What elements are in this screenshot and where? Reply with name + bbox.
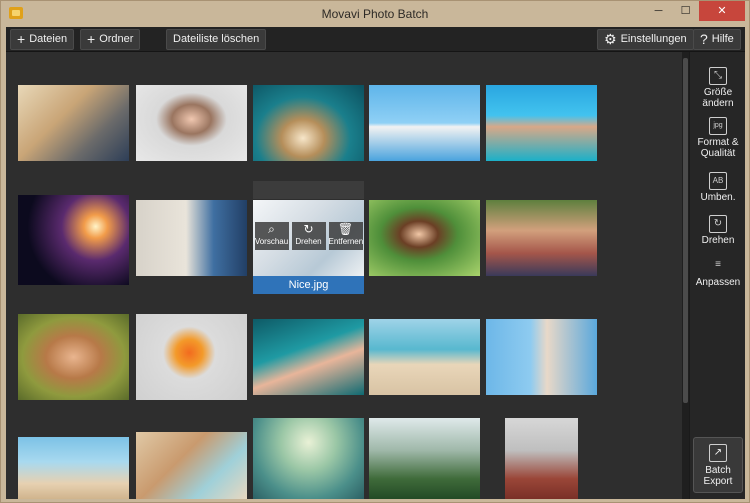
- rotate-icon: ↻: [709, 215, 727, 233]
- photo-thumbnail[interactable]: [136, 314, 247, 400]
- tools-sidebar: ⤡ Größe ändern jpg Format & Qualität AB …: [689, 52, 745, 499]
- plus-icon: +: [87, 31, 96, 47]
- add-folder-label: Ordner: [99, 33, 134, 45]
- photo-thumbnail[interactable]: [369, 85, 480, 161]
- main-area: + Dateien + Ordner Dateiliste löschen ⚙ Ein…: [6, 27, 745, 499]
- add-folder-button[interactable]: + Ordner: [80, 29, 141, 50]
- rename-icon: AB: [709, 172, 727, 190]
- photo-thumbnail[interactable]: [505, 418, 578, 499]
- scrollbar-thumb[interactable]: [683, 58, 688, 403]
- rotate-icon: ↻: [303, 222, 314, 236]
- rotate-label: Drehen: [701, 235, 735, 246]
- photo-thumbnail[interactable]: [253, 85, 364, 161]
- sliders-icon: ≡: [715, 259, 721, 270]
- photo-thumbnail[interactable]: [486, 319, 597, 395]
- selected-photo-thumbnail[interactable]: ⌕ Vorschau ↻ Drehen 🗑 Entfernen: [253, 200, 364, 276]
- adjust-tool[interactable]: ≡ Anpassen: [690, 257, 746, 288]
- minimize-button[interactable]: ─: [645, 1, 672, 21]
- thumbnail-header: [253, 181, 364, 199]
- format-quality-tool[interactable]: jpg Format & Qualität: [690, 117, 746, 159]
- toolbar: + Dateien + Ordner Dateiliste löschen ⚙ Ein…: [6, 27, 745, 52]
- preview-button[interactable]: ⌕ Vorschau: [254, 222, 289, 250]
- resize-icon: ⤡: [709, 67, 727, 85]
- rename-label: Umben.: [700, 192, 736, 203]
- photo-thumbnail[interactable]: [136, 200, 247, 276]
- adjust-label: Anpassen: [695, 277, 741, 288]
- export-label: Batch: [705, 465, 731, 476]
- window-controls: ─ ☐ ✕: [645, 1, 745, 21]
- remove-button[interactable]: 🗑 Entfernen: [328, 222, 364, 250]
- format-icon: jpg: [709, 117, 727, 135]
- resize-label: Größe: [703, 87, 733, 98]
- rename-tool[interactable]: AB Umben.: [690, 172, 746, 203]
- photo-thumbnail[interactable]: [136, 432, 247, 499]
- thumbnail-actions: ⌕ Vorschau ↻ Drehen 🗑 Entfernen: [253, 222, 364, 250]
- settings-button[interactable]: ⚙ Einstellungen: [597, 29, 694, 50]
- photo-thumbnail[interactable]: [18, 195, 129, 285]
- clear-list-label: Dateiliste löschen: [173, 33, 260, 45]
- selected-file-name: Nice.jpg: [253, 276, 364, 294]
- photo-thumbnail[interactable]: [253, 418, 364, 499]
- photo-thumbnail[interactable]: [369, 319, 480, 395]
- remove-label: Entfernen: [328, 237, 364, 246]
- photo-gallery: ⌕ Vorschau ↻ Drehen 🗑 Entfernen Nice.jpg: [6, 52, 682, 499]
- settings-label: Einstellungen: [620, 33, 687, 45]
- app-window: Movavi Photo Batch ─ ☐ ✕ + Dateien + Ordne…: [0, 0, 750, 503]
- photo-thumbnail[interactable]: [369, 418, 480, 499]
- zoom-icon: ⌕: [268, 222, 275, 236]
- photo-thumbnail[interactable]: [486, 200, 597, 276]
- photo-thumbnail[interactable]: [253, 319, 364, 395]
- photo-thumbnail[interactable]: [18, 85, 129, 161]
- photo-thumbnail[interactable]: [486, 85, 597, 161]
- batch-export-button[interactable]: ↗ Batch Export: [693, 437, 743, 493]
- add-files-button[interactable]: + Dateien: [10, 29, 75, 50]
- format-label: Format &: [697, 137, 739, 148]
- clear-list-button[interactable]: Dateiliste löschen: [166, 29, 267, 50]
- help-label: Hilfe: [711, 33, 734, 45]
- photo-thumbnail[interactable]: [136, 85, 247, 161]
- rotate-button[interactable]: ↻ Drehen: [291, 222, 326, 250]
- help-button[interactable]: ? Hilfe: [693, 29, 741, 50]
- window-title: Movavi Photo Batch: [321, 7, 429, 21]
- gear-icon: ⚙: [604, 31, 617, 47]
- export-label-2: Export: [703, 476, 733, 487]
- photo-thumbnail[interactable]: [18, 437, 129, 499]
- maximize-button[interactable]: ☐: [672, 1, 699, 21]
- photo-thumbnail[interactable]: [369, 200, 480, 276]
- format-label-2: Qualität: [700, 148, 736, 159]
- plus-icon: +: [17, 31, 26, 47]
- trash-icon: 🗑: [337, 222, 354, 236]
- export-icon: ↗: [709, 444, 727, 462]
- gallery-scrollbar[interactable]: [682, 52, 689, 499]
- photo-thumbnail[interactable]: [18, 314, 129, 400]
- help-icon: ?: [700, 31, 708, 47]
- rotate-tool[interactable]: ↻ Drehen: [690, 215, 746, 246]
- rotate-label: Drehen: [295, 237, 322, 246]
- add-files-label: Dateien: [29, 33, 68, 45]
- resize-label-2: ändern: [702, 98, 734, 109]
- title-bar: Movavi Photo Batch ─ ☐ ✕: [1, 1, 749, 27]
- preview-label: Vorschau: [254, 237, 289, 246]
- close-button[interactable]: ✕: [699, 1, 745, 21]
- resize-tool[interactable]: ⤡ Größe ändern: [690, 67, 746, 109]
